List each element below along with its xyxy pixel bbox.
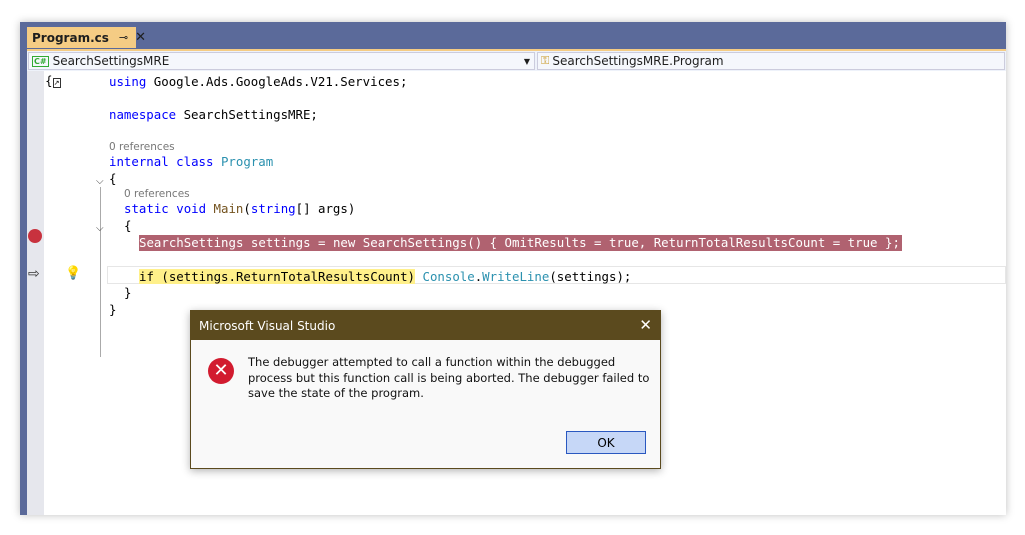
breakpoint-icon[interactable] [28,229,42,243]
code-token: using [109,74,147,89]
code-token: string [250,201,296,216]
code-brace: { [109,171,117,186]
member-name: SearchSettingsMRE.Program [552,54,724,68]
code-token: class [176,154,214,169]
code-token: Main [213,201,244,216]
code-token: Console [422,269,475,284]
code-token: (settings); [549,269,632,284]
outline-collapse-icon[interactable]: {↗ [45,74,61,88]
code-brace: } [124,285,132,300]
dialog-message: The debugger attempted to call a functio… [248,355,650,400]
code-token: ( [243,201,251,216]
tab-title: Program.cs [32,30,109,45]
indicator-margin[interactable] [27,71,44,515]
code-token: Google.Ads.GoogleAds.V21.Services; [146,74,408,89]
project-name: SearchSettingsMRE [52,54,170,68]
csharp-icon: C# [32,55,49,67]
code-brace: { [124,218,132,233]
close-tab-icon[interactable]: ✕ [135,30,146,45]
pin-icon[interactable]: ⊸ [119,31,128,44]
member-dropdown[interactable]: ⚿ SearchSettingsMRE.Program [537,52,1005,70]
project-dropdown[interactable]: C# SearchSettingsMRE ▼ [28,52,535,70]
tab-program-cs[interactable]: Program.cs ⊸ ✕ [27,27,146,48]
code-brace: } [109,302,117,317]
execution-pointer-icon[interactable]: ⇨ [28,266,40,282]
chevron-down-icon: ▼ [523,56,530,66]
codelens-references[interactable]: 0 references [124,188,190,200]
code-token: WriteLine [482,269,550,284]
error-icon: ✕ [208,358,234,384]
lightbulb-icon[interactable]: 💡 [65,266,81,281]
code-token: [] args) [295,201,356,216]
code-token: static [124,201,169,216]
code-token: namespace [109,107,177,122]
dialog-title: Microsoft Visual Studio [199,318,336,333]
ok-button[interactable]: OK [566,431,646,454]
breakpoint-line: SearchSettings settings = new SearchSett… [139,235,902,251]
code-token: void [176,201,207,216]
error-dialog: Microsoft Visual Studio ✕ ✕ The debugger… [190,310,661,469]
code-token: SearchSettingsMRE; [176,107,318,122]
current-statement: if (settings.ReturnTotalResultsCount) [139,269,416,284]
code-token: internal [109,154,169,169]
dialog-close-button[interactable]: ✕ [639,316,652,334]
fold-class-icon[interactable]: ⌵ [96,176,104,187]
fold-main-icon[interactable]: ⌵ [96,223,104,234]
class-icon: ⚿ [541,54,550,67]
dialog-titlebar[interactable]: Microsoft Visual Studio ✕ [191,311,660,340]
codelens-references[interactable]: 0 references [109,141,175,153]
code-token: Program [220,154,274,169]
